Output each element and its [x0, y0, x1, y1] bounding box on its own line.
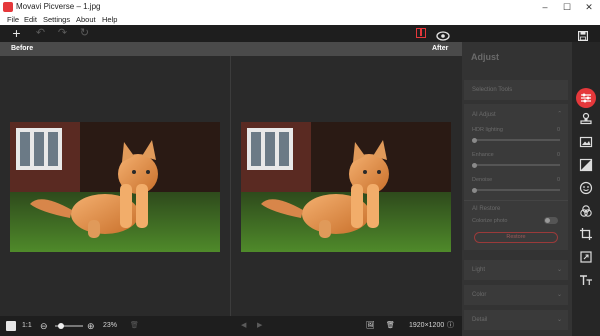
- maximize-button[interactable]: ☐: [556, 0, 578, 14]
- text-icon[interactable]: [579, 273, 593, 287]
- delete-icon[interactable]: 🗑: [130, 316, 139, 336]
- detail-section[interactable]: Detail ⌄: [464, 310, 568, 330]
- compare-divider[interactable]: [230, 56, 231, 316]
- color-label: Color: [472, 292, 487, 298]
- zoom-slider[interactable]: [55, 323, 83, 329]
- face-icon[interactable]: [579, 181, 593, 195]
- color-section[interactable]: Color ⌄: [464, 285, 568, 305]
- section-divider: [464, 200, 568, 201]
- chevron-down-icon: ⌄: [556, 292, 562, 298]
- close-button[interactable]: ✕: [578, 0, 600, 14]
- zoom-out-icon[interactable]: ⊖: [40, 316, 48, 336]
- before-label: Before: [11, 45, 34, 52]
- menu-settings[interactable]: Settings: [43, 14, 70, 25]
- adjust-panel: Adjust Selection Tools AI Adjust ⌃ HDR l…: [462, 42, 572, 336]
- selection-tools-section[interactable]: Selection Tools: [464, 80, 568, 100]
- panel-title: Adjust: [471, 52, 499, 62]
- adjust-tool-button[interactable]: [576, 88, 596, 108]
- actual-size-button[interactable]: 1:1: [22, 316, 32, 336]
- stamp-icon[interactable]: [579, 112, 593, 126]
- next-image-icon[interactable]: ▶: [257, 316, 262, 336]
- bottom-bar: 1:1 ⊖ ⊕ 23% 🗑 ◀ ▶ 🖼 🗑 1920×1200 ⓘ: [0, 316, 462, 336]
- redo-icon[interactable]: ↷: [56, 27, 69, 40]
- thumbnail-icon[interactable]: 🖼: [366, 316, 375, 336]
- hdr-lighting-slider-knob[interactable]: [472, 137, 477, 143]
- trash-icon[interactable]: 🗑: [386, 316, 395, 336]
- window-title: Movavi Picverse – 1.jpg: [16, 2, 101, 11]
- compare-icon-divider: [420, 29, 422, 36]
- tool-rail: [572, 42, 600, 336]
- colorize-toggle-knob: [545, 218, 550, 223]
- app-logo-icon: [3, 2, 13, 12]
- denoise-slider[interactable]: [472, 187, 560, 193]
- chevron-up-icon[interactable]: ⌃: [557, 111, 562, 117]
- light-label: Light: [472, 267, 486, 273]
- hdr-lighting-slider[interactable]: [472, 137, 560, 143]
- ai-adjust-section: AI Adjust ⌃ HDR lighting 0 Enhance 0 Den…: [464, 104, 568, 250]
- colorize-toggle[interactable]: [544, 217, 558, 224]
- minimize-button[interactable]: –: [534, 0, 556, 14]
- toolbar: + ↶ ↷ ↻: [0, 25, 600, 42]
- colorize-photo-label: Colorize photo: [472, 218, 508, 224]
- fit-icon[interactable]: [6, 321, 16, 331]
- chevron-down-icon: ⌄: [556, 267, 562, 273]
- add-icon[interactable]: +: [10, 26, 23, 40]
- compare-header: Before After: [0, 42, 462, 56]
- detail-label: Detail: [472, 317, 488, 323]
- zoom-slider-knob[interactable]: [58, 323, 65, 329]
- restore-button[interactable]: Restore: [474, 232, 558, 243]
- before-image: [10, 122, 220, 252]
- reset-icon[interactable]: ↻: [78, 27, 91, 40]
- expand-icon[interactable]: [579, 250, 593, 264]
- filters-icon[interactable]: [579, 204, 593, 218]
- enhance-value: 0: [556, 152, 560, 158]
- menu-file[interactable]: File: [7, 14, 19, 25]
- enhance-label: Enhance: [472, 152, 494, 158]
- ai-adjust-label: AI Adjust: [472, 112, 496, 118]
- image-resolution: 1920×1200: [409, 322, 445, 329]
- info-icon[interactable]: ⓘ: [447, 316, 454, 336]
- undo-icon[interactable]: ↶: [34, 27, 47, 40]
- after-label: After: [432, 45, 449, 52]
- split-icon[interactable]: [579, 158, 593, 172]
- image-icon[interactable]: [579, 135, 593, 149]
- ai-restore-label: AI Restore: [472, 206, 501, 212]
- previous-image-icon[interactable]: ◀: [241, 316, 246, 336]
- denoise-slider-knob[interactable]: [472, 187, 477, 193]
- denoise-value: 0: [556, 177, 560, 183]
- menu-about[interactable]: About: [76, 14, 96, 25]
- adjust-icon: [581, 93, 591, 103]
- title-bar: Movavi Picverse – 1.jpg – ☐ ✕: [0, 0, 600, 14]
- denoise-label: Denoise: [472, 177, 493, 183]
- after-image: [241, 122, 451, 252]
- selection-tools-label: Selection Tools: [472, 87, 513, 93]
- compare-icon[interactable]: [416, 28, 426, 38]
- zoom-in-icon[interactable]: ⊕: [87, 316, 95, 336]
- hdr-lighting-value: 0: [556, 127, 560, 133]
- hdr-lighting-label: HDR lighting: [472, 127, 503, 133]
- chevron-down-icon: ⌄: [556, 317, 562, 323]
- crop-icon[interactable]: [579, 227, 593, 241]
- menu-help[interactable]: Help: [102, 14, 117, 25]
- enhance-slider[interactable]: [472, 162, 560, 168]
- zoom-value: 23%: [103, 322, 118, 329]
- menu-edit[interactable]: Edit: [24, 14, 37, 25]
- enhance-slider-knob[interactable]: [472, 162, 477, 168]
- light-section[interactable]: Light ⌄: [464, 260, 568, 280]
